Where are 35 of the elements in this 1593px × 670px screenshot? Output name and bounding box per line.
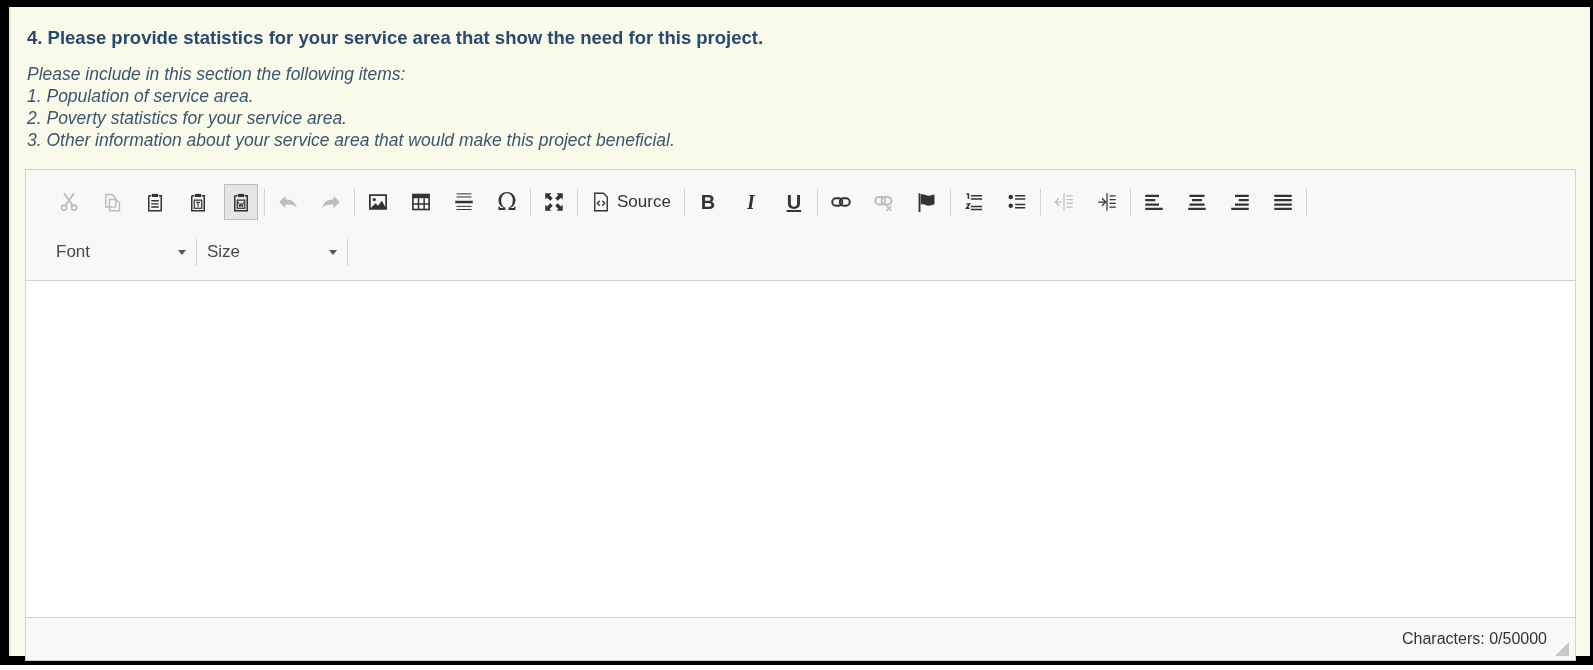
source-button[interactable]: Source xyxy=(584,184,678,220)
indent-icon xyxy=(1096,192,1117,212)
image-icon xyxy=(368,192,388,212)
expand-icon xyxy=(544,192,564,212)
question-title: 4. Please provide statistics for your service area that show the need for this project. xyxy=(27,27,765,49)
horizontal-line-icon xyxy=(454,192,474,212)
justify-icon xyxy=(1272,192,1293,212)
align-left-icon xyxy=(1143,192,1164,212)
outdent-icon xyxy=(1053,192,1074,212)
caret-icon xyxy=(329,249,337,255)
instruction-text: 1. Population of service area. xyxy=(27,85,255,107)
character-count: Characters: 0/50000 xyxy=(1402,630,1547,648)
dropdown[interactable]: Size xyxy=(197,234,347,270)
clipboard-word-icon xyxy=(231,192,251,212)
instruction-text: 2. Poverty statistics for your service area. xyxy=(27,107,348,129)
paste-word-button[interactable] xyxy=(224,184,258,220)
clipboard-icon xyxy=(145,192,165,212)
underline-button[interactable]: U xyxy=(776,184,811,220)
special-character-button[interactable]: Ω xyxy=(490,184,524,220)
instruction-text: 3. Other information about your service area that would make this project beneficial. xyxy=(27,129,676,151)
copy-icon xyxy=(102,192,122,212)
clipboard-text-icon xyxy=(188,192,208,212)
align-right-icon xyxy=(1229,192,1250,212)
code-file-icon xyxy=(591,192,611,212)
scissors-icon xyxy=(59,192,79,212)
italic-button[interactable]: I xyxy=(733,184,768,220)
instruction-text: Please include in this section the following items: xyxy=(27,63,407,85)
caret-icon xyxy=(178,249,186,255)
numbered-list-icon xyxy=(963,192,984,212)
table-icon xyxy=(411,192,431,212)
flag-icon xyxy=(916,192,937,212)
resize-grip-icon[interactable] xyxy=(1555,642,1569,656)
dropdown[interactable]: Font xyxy=(46,234,196,270)
align-center-icon xyxy=(1186,192,1207,212)
bold-button[interactable]: B xyxy=(690,184,725,220)
